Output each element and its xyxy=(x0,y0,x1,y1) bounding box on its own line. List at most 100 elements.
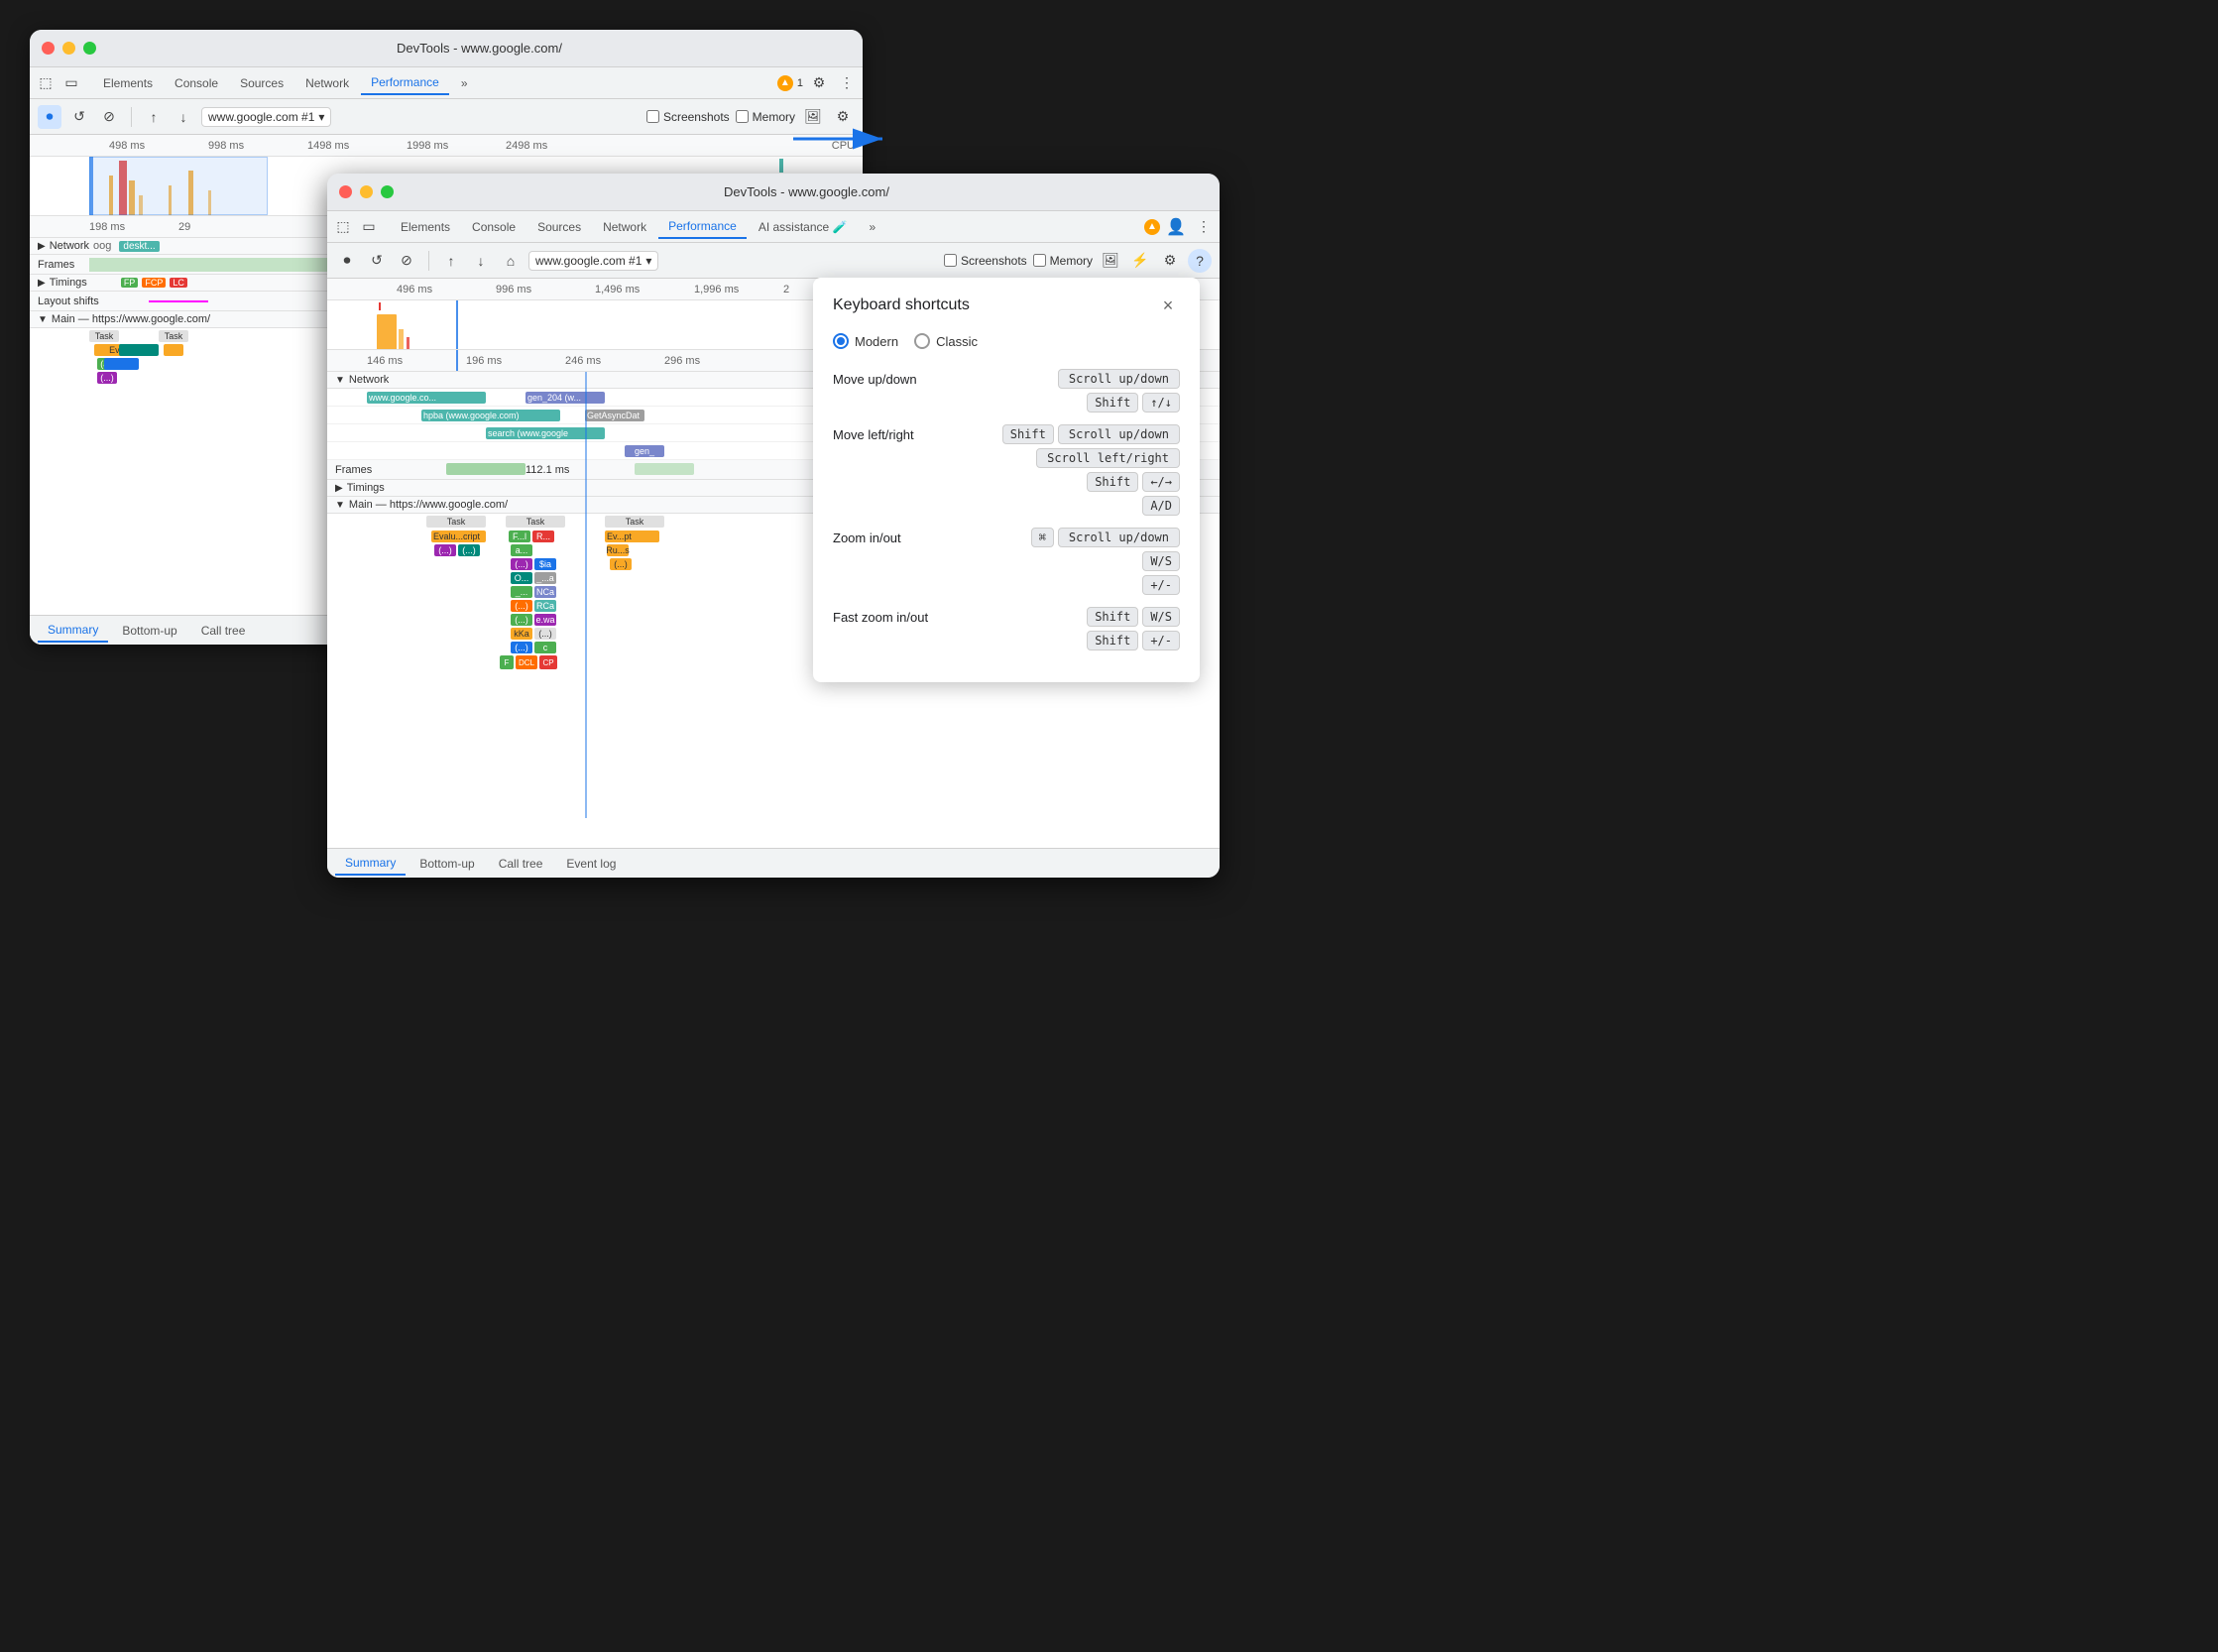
bg-tab-console[interactable]: Console xyxy=(165,72,228,94)
fg-url-selector[interactable]: www.google.com #1 ▾ xyxy=(528,251,658,271)
fg-memory-input[interactable] xyxy=(1033,254,1046,267)
fg-tab-sources[interactable]: Sources xyxy=(527,216,591,238)
panel-close-button[interactable]: × xyxy=(1156,294,1180,317)
fg-flame-f: F...l xyxy=(509,531,530,542)
fg-capture-icon[interactable]: 🖼 xyxy=(1099,249,1122,273)
fg-event-log-tab[interactable]: Event log xyxy=(556,853,626,875)
fg-net-bar-5: search (www.google xyxy=(486,427,605,439)
bg-upload-button[interactable]: ↑ xyxy=(142,105,166,129)
fg-device-icon[interactable]: ▭ xyxy=(357,215,381,239)
fg-task-2: Task xyxy=(506,516,565,528)
fg-help-button[interactable]: ? xyxy=(1188,249,1212,273)
move-leftright-label: Move left/right xyxy=(833,424,952,442)
bg-ruler-mark-2: 998 ms xyxy=(208,140,244,152)
fg-frames-label: Frames xyxy=(335,464,372,476)
bg-device-icon[interactable]: ▭ xyxy=(59,71,83,95)
bg-record-button[interactable]: ⏺ xyxy=(38,105,61,129)
modern-mode-option[interactable]: Modern xyxy=(833,333,898,349)
fg-home-button[interactable]: ⌂ xyxy=(499,249,523,273)
bg-fp-badge: FP xyxy=(121,278,139,288)
bg-network-item-2: deskt... xyxy=(119,241,159,252)
bg-minimize-button[interactable] xyxy=(62,42,75,55)
bg-more-icon[interactable]: ⋮ xyxy=(835,71,859,95)
bg-call-tree-tab[interactable]: Call tree xyxy=(191,620,256,642)
move-leftright-row: Move left/right Shift Scroll up/down Scr… xyxy=(833,424,1180,516)
bg-clear-button[interactable]: ⊘ xyxy=(97,105,121,129)
fg-memory-checkbox[interactable]: Memory xyxy=(1033,254,1093,268)
fg-screenshots-checkbox[interactable]: Screenshots xyxy=(944,254,1027,268)
bg-maximize-button[interactable] xyxy=(83,42,96,55)
bg-inspect-icon[interactable]: ⬚ xyxy=(34,71,58,95)
fg-tab-more[interactable]: » xyxy=(859,216,885,238)
fg-record-button[interactable]: ⏺ xyxy=(335,249,359,273)
fg-reload-record-button[interactable]: ↺ xyxy=(365,249,389,273)
fg-maximize-button[interactable] xyxy=(381,185,394,198)
fg-settings-icon[interactable]: ⚙ xyxy=(1158,249,1182,273)
fg-tab-performance[interactable]: Performance xyxy=(658,215,747,239)
fg-net-bar-3: hpba (www.google.com) xyxy=(421,410,560,421)
move-updown-combo-2: Shift ↑/↓ xyxy=(960,393,1180,413)
bg-ruler-mark-1: 498 ms xyxy=(109,140,145,152)
bg-screenshots-input[interactable] xyxy=(646,110,659,123)
fg-ruler-mark-4: 1,996 ms xyxy=(694,284,739,295)
bg-tab-sources[interactable]: Sources xyxy=(230,72,293,94)
panel-title: Keyboard shortcuts xyxy=(833,296,970,314)
fg-inspect-icon[interactable]: ⬚ xyxy=(331,215,355,239)
fg-screenshots-input[interactable] xyxy=(944,254,957,267)
scroll-updown-key-1: Scroll up/down xyxy=(1058,369,1180,389)
fg-flame-u: _... xyxy=(511,586,532,598)
fg-call-tree-tab[interactable]: Call tree xyxy=(489,853,553,875)
bg-bottom-up-tab[interactable]: Bottom-up xyxy=(112,620,186,642)
fg-net-bar-4: GetAsyncDat xyxy=(585,410,644,421)
fg-tab-network[interactable]: Network xyxy=(593,216,656,238)
fg-upload-button[interactable]: ↑ xyxy=(439,249,463,273)
bg-task-2: Task xyxy=(159,330,188,342)
fg-filter-icon[interactable]: ⚡ xyxy=(1128,249,1152,273)
fg-download-button[interactable]: ↓ xyxy=(469,249,493,273)
move-leftright-keys: Shift Scroll up/down Scroll left/right S… xyxy=(960,424,1180,516)
fg-timings-triangle: ▶ xyxy=(335,483,343,494)
fg-minimize-button[interactable] xyxy=(360,185,373,198)
shift-key-1: Shift xyxy=(1087,393,1138,413)
bg-memory-input[interactable] xyxy=(736,110,749,123)
fg-cpu-bar-3 xyxy=(407,337,409,349)
bg-network-label: Network xyxy=(50,240,89,252)
move-updown-keys: Scroll up/down Shift ↑/↓ xyxy=(960,369,1180,413)
fg-ruler-mark-3: 1,496 ms xyxy=(595,284,640,295)
bg-timings-label: Timings xyxy=(50,277,87,289)
fg-frames-bar-2 xyxy=(635,463,694,475)
zoom-label: Zoom in/out xyxy=(833,528,952,545)
classic-mode-option[interactable]: Classic xyxy=(914,333,978,349)
bg-summary-tab[interactable]: Summary xyxy=(38,619,108,643)
fg-flame-c: c xyxy=(534,642,556,653)
fg-tab-ai[interactable]: AI assistance 🧪 xyxy=(749,216,858,238)
fg-more-icon[interactable]: ⋮ xyxy=(1192,215,1216,239)
bg-reload-record-button[interactable]: ↺ xyxy=(67,105,91,129)
bg-url-selector[interactable]: www.google.com #1 ▾ xyxy=(201,107,331,127)
bg-download-button[interactable]: ↓ xyxy=(172,105,195,129)
fg-cpu-red-mark xyxy=(379,302,381,310)
bg-tab-network[interactable]: Network xyxy=(295,72,359,94)
bg-settings-icon[interactable]: ⚙ xyxy=(807,71,831,95)
modern-mode-label: Modern xyxy=(855,334,898,349)
fg-tab-console[interactable]: Console xyxy=(462,216,525,238)
bg-close-button[interactable] xyxy=(42,42,55,55)
bg-screenshots-label: Screenshots xyxy=(663,110,730,124)
fg-summary-tab[interactable]: Summary xyxy=(335,852,406,876)
bg-screenshots-checkbox[interactable]: Screenshots xyxy=(646,110,730,124)
fg-task-1: Task xyxy=(426,516,486,528)
zoom-combo-3: +/- xyxy=(960,575,1180,595)
fg-close-button[interactable] xyxy=(339,185,352,198)
fg-flame-dots2: (...) xyxy=(458,544,480,556)
bg-tab-more[interactable]: » xyxy=(451,72,478,94)
fg-user-icon[interactable]: 👤 xyxy=(1164,215,1188,239)
fg-bottom-up-tab[interactable]: Bottom-up xyxy=(409,853,484,875)
bg-tab-elements[interactable]: Elements xyxy=(93,72,163,94)
fg-tab-elements[interactable]: Elements xyxy=(391,216,460,238)
fg-net-bar-1: www.google.co... xyxy=(367,392,486,404)
bg-time-ruler: 498 ms 998 ms 1498 ms 1998 ms 2498 ms CP… xyxy=(30,135,863,157)
fg-clear-button[interactable]: ⊘ xyxy=(395,249,418,273)
mode-radio-group: Modern Classic xyxy=(833,333,1180,349)
fg-frames-bar-1 xyxy=(446,463,525,475)
bg-tab-performance[interactable]: Performance xyxy=(361,71,449,95)
